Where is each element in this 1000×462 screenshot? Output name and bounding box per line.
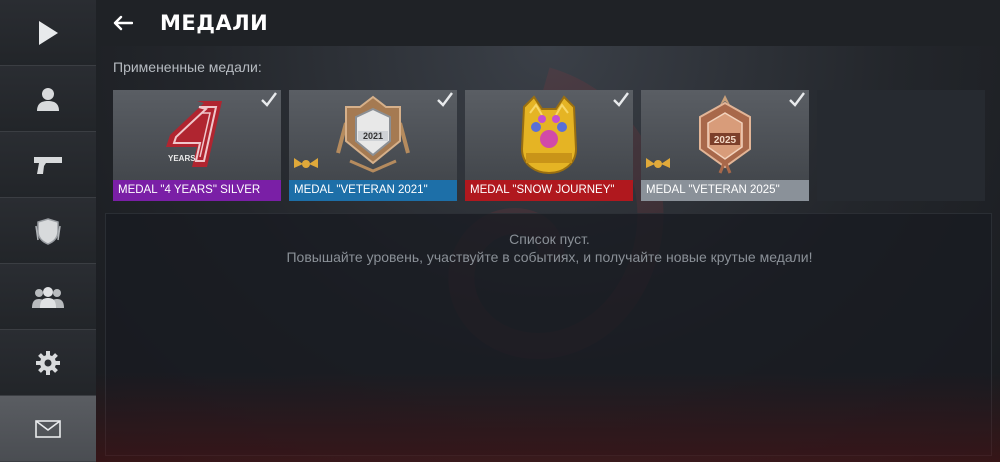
snow-journey-medal-icon — [465, 90, 633, 180]
medal-label: MEDAL "4 YEARS" SILVER — [113, 180, 281, 201]
empty-list-title: Список пуст. — [509, 231, 590, 247]
medal-label: MEDAL "VETERAN 2021" — [289, 180, 457, 201]
sidebar-item-weapons[interactable] — [0, 132, 96, 198]
back-button[interactable] — [96, 0, 150, 46]
checkmark-icon — [613, 92, 629, 107]
sidebar-item-profile[interactable] — [0, 66, 96, 132]
friends-icon — [32, 286, 64, 308]
empty-list-subtitle: Повышайте уровень, участвуйте в событиях… — [286, 249, 813, 265]
pistol-icon — [34, 156, 62, 174]
mail-icon — [35, 419, 61, 438]
medal-label: MEDAL "SNOW JOURNEY" — [465, 180, 633, 201]
checkmark-icon — [437, 92, 453, 107]
sidebar — [0, 0, 96, 462]
medal-slot-veteran-2025[interactable]: 2025 MEDAL "VETERAN 2025" — [641, 90, 809, 201]
wings-badge-icon — [294, 158, 318, 168]
medals-screen: МЕДАЛИ Примененные медали: YEARS MEDAL "… — [96, 0, 1000, 462]
gear-icon — [36, 350, 60, 375]
sidebar-item-settings[interactable] — [0, 330, 96, 396]
medal-slot-4-years[interactable]: YEARS MEDAL "4 YEARS" SILVER — [113, 90, 281, 201]
applied-medals-label: Примененные медали: — [113, 59, 262, 75]
sidebar-item-clan[interactable] — [0, 198, 96, 264]
sidebar-item-play[interactable] — [0, 0, 96, 66]
svg-text:2025: 2025 — [714, 135, 737, 146]
svg-text:YEARS: YEARS — [168, 154, 196, 163]
medal-slot-empty[interactable] — [817, 90, 985, 201]
medal-slot-veteran-2021[interactable]: 2021 MEDAL "VETERAN 2021" — [289, 90, 457, 201]
medal-label: MEDAL "VETERAN 2025" — [641, 180, 809, 201]
svg-text:2021: 2021 — [363, 131, 383, 141]
sidebar-item-mail[interactable] — [0, 396, 96, 462]
sidebar-item-friends[interactable] — [0, 264, 96, 330]
4-years-medal-icon: YEARS — [113, 90, 281, 180]
wings-badge-icon — [646, 158, 670, 168]
arrow-left-icon — [113, 15, 133, 31]
shield-icon — [35, 217, 61, 245]
available-medals-panel: Список пуст. Повышайте уровень, участвуй… — [105, 213, 992, 456]
play-icon — [39, 20, 58, 45]
page-title: МЕДАЛИ — [160, 11, 269, 35]
checkmark-icon — [789, 92, 805, 107]
profile-icon — [37, 87, 59, 111]
checkmark-icon — [261, 92, 277, 107]
medal-slot-snow-journey[interactable]: MEDAL "SNOW JOURNEY" — [465, 90, 633, 201]
top-bar: МЕДАЛИ — [96, 0, 1000, 46]
